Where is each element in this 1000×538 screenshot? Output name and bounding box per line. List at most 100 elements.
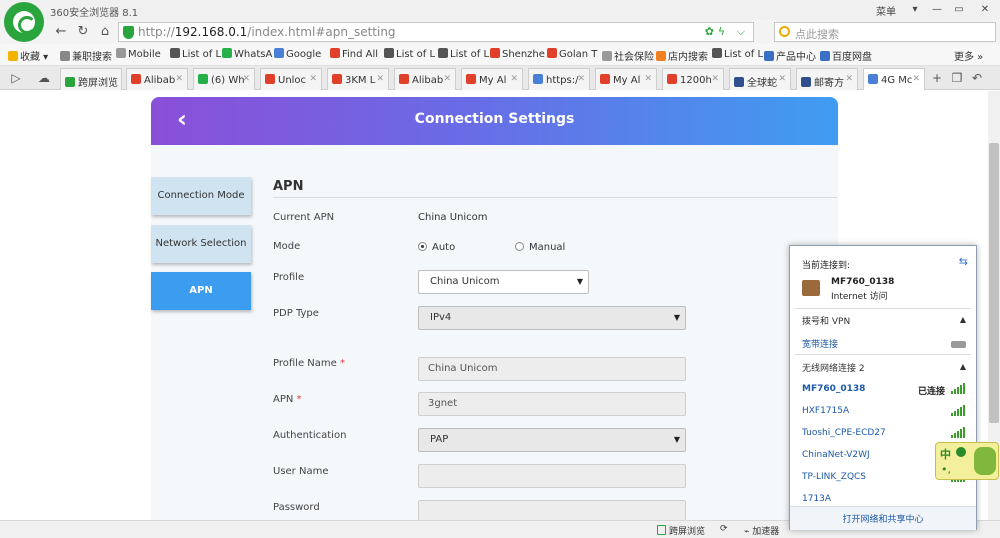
bookmark-item[interactable]: 社会保险 bbox=[602, 48, 654, 63]
tab[interactable]: Alibab ✕ bbox=[126, 68, 188, 90]
bookmark-item[interactable]: Mobile bbox=[116, 48, 161, 60]
window-controls: 菜单 ▾ — ▭ ✕ bbox=[876, 0, 1000, 20]
star-icon bbox=[8, 51, 18, 61]
tab[interactable]: 1200h ✕ bbox=[662, 68, 724, 90]
tab[interactable]: Alibab ✕ bbox=[394, 68, 456, 90]
user-name-input[interactable] bbox=[418, 464, 686, 488]
aliexpress-icon bbox=[466, 74, 476, 84]
radio-unselected-icon[interactable] bbox=[515, 242, 524, 251]
download-icon[interactable]: ⟳ bbox=[720, 524, 728, 534]
refresh-icon[interactable]: ↻ bbox=[74, 23, 92, 41]
tab-close-icon[interactable]: ✕ bbox=[510, 74, 518, 84]
tab[interactable]: 全球蛇 ✕ bbox=[729, 68, 791, 90]
speed-icon[interactable]: ✿ϟ ⌵ bbox=[705, 25, 749, 39]
menu-apn[interactable]: APN bbox=[151, 272, 251, 310]
moon-icon[interactable] bbox=[956, 447, 966, 457]
pdp-type-select[interactable]: IPv4 ▼ bbox=[418, 306, 686, 330]
scrollbar-thumb[interactable] bbox=[989, 143, 999, 423]
bookmark-item[interactable]: List of L bbox=[712, 48, 763, 60]
wifi-network-item[interactable]: HXF1715A bbox=[802, 406, 849, 416]
bookmark-item[interactable]: Google bbox=[274, 48, 321, 60]
refresh-icon[interactable]: ⇆ bbox=[959, 255, 968, 268]
radio-selected-icon[interactable] bbox=[418, 242, 427, 251]
collapse-icon[interactable]: ▲ bbox=[960, 315, 966, 324]
accelerator-button[interactable]: ⌁ 加速器 bbox=[744, 524, 779, 537]
tab-close-icon[interactable]: ✕ bbox=[644, 74, 652, 84]
tab-list-icon[interactable]: ❐ bbox=[949, 70, 965, 86]
tab-close-icon[interactable]: ✕ bbox=[577, 74, 585, 84]
tab-active[interactable]: 4G Mc ✕ bbox=[863, 68, 925, 90]
cloud-icon[interactable]: ☁ bbox=[36, 70, 52, 86]
bookmark-item[interactable]: 产品中心 bbox=[764, 48, 816, 63]
bookmark-item[interactable]: 百度网盘 bbox=[820, 48, 872, 63]
ime-mode-label[interactable]: 中 bbox=[940, 446, 951, 462]
address-bar[interactable]: http://192.168.0.1/index.html#apn_settin… bbox=[118, 22, 754, 42]
maximize-button[interactable]: ▭ bbox=[948, 1, 970, 19]
undo-close-icon[interactable]: ↶ bbox=[969, 70, 985, 86]
tab-close-icon[interactable]: ✕ bbox=[778, 74, 786, 84]
ime-toolbar[interactable]: 中 •, bbox=[935, 442, 999, 480]
mode-manual-radio[interactable]: Manual bbox=[515, 242, 565, 253]
wifi-network-item[interactable]: Tuoshi_CPE-ECD27 bbox=[802, 428, 886, 438]
tab-close-icon[interactable]: ✕ bbox=[443, 74, 451, 84]
profile-name-input[interactable]: China Unicom bbox=[418, 357, 686, 381]
tab-close-icon[interactable]: ✕ bbox=[242, 74, 250, 84]
bookmark-item[interactable]: WhatsA bbox=[222, 48, 272, 60]
browser-title: 360安全浏览器 8.1 bbox=[50, 8, 139, 19]
tab[interactable]: (6) Wh ✕ bbox=[193, 68, 255, 90]
sidebar-toggle-icon[interactable]: ▷ bbox=[8, 70, 24, 86]
skin-icon[interactable]: ▾ bbox=[904, 1, 926, 19]
tab[interactable]: Unloc ✕ bbox=[260, 68, 322, 90]
tab-close-icon[interactable]: ✕ bbox=[376, 74, 384, 84]
tab[interactable]: 邮寄方 ✕ bbox=[796, 68, 858, 90]
bookmark-item[interactable]: Golan T bbox=[547, 48, 597, 60]
punctuation-icon[interactable]: •, bbox=[941, 463, 951, 476]
search-placeholder: 点此搜索 bbox=[795, 28, 839, 41]
bookmark-item[interactable]: 店内搜索 bbox=[656, 48, 708, 63]
broadband-connection[interactable]: 宽带连接 bbox=[802, 337, 838, 350]
cross-screen-button[interactable]: 跨屏浏览 bbox=[657, 524, 705, 537]
tab[interactable]: https:/✕ bbox=[528, 68, 590, 90]
bookmark-item[interactable]: 兼职搜索 bbox=[60, 48, 112, 63]
aliexpress-icon bbox=[332, 74, 342, 84]
apn-label: APN * bbox=[273, 394, 302, 405]
bookmark-item[interactable]: List of L bbox=[384, 48, 435, 60]
menu-network-selection[interactable]: Network Selection bbox=[151, 225, 251, 263]
tab[interactable]: 跨屏浏览 bbox=[60, 68, 122, 90]
tab-close-icon[interactable]: ✕ bbox=[175, 74, 183, 84]
menu-button[interactable]: 菜单 bbox=[876, 3, 896, 18]
bookmark-item[interactable]: Shenzhe bbox=[490, 48, 545, 60]
tab-close-icon[interactable]: ✕ bbox=[845, 74, 853, 84]
tab-close-icon[interactable]: ✕ bbox=[912, 74, 920, 84]
tab[interactable]: My Al ✕ bbox=[595, 68, 657, 90]
bookmarks-more[interactable]: 更多 » bbox=[954, 48, 983, 63]
tab[interactable]: My Al ✕ bbox=[461, 68, 523, 90]
tab-close-icon[interactable]: ✕ bbox=[309, 74, 317, 84]
wifi-network-item[interactable]: MF760_0138 bbox=[802, 384, 865, 394]
wifi-network-item[interactable]: 1713A bbox=[802, 494, 831, 504]
wifi-network-item[interactable]: ChinaNet-V2WJ bbox=[802, 450, 870, 460]
network-sharing-center-link[interactable]: 打开网络和共享中心 bbox=[790, 512, 976, 525]
back-arrow-icon[interactable]: ← bbox=[52, 23, 70, 41]
home-icon[interactable]: ⌂ bbox=[96, 23, 114, 41]
bookmark-item[interactable]: 收藏 ▾ bbox=[8, 48, 48, 63]
password-input[interactable] bbox=[418, 500, 686, 520]
search-box[interactable]: 点此搜索 bbox=[774, 22, 996, 42]
collapse-icon[interactable]: ▲ bbox=[960, 362, 966, 371]
close-button[interactable]: ✕ bbox=[970, 1, 1000, 19]
tab[interactable]: 3KM L ✕ bbox=[327, 68, 389, 90]
bookmark-item[interactable]: List of L bbox=[438, 48, 489, 60]
authentication-select[interactable]: PAP ▼ bbox=[418, 428, 686, 452]
bookmark-item[interactable]: Find All bbox=[330, 48, 378, 60]
wifi-network-item[interactable]: TP-LINK_ZQCS bbox=[802, 472, 866, 482]
url-text[interactable]: http://192.168.0.1/index.html#apn_settin… bbox=[138, 25, 396, 39]
mode-auto-radio[interactable]: Auto bbox=[418, 242, 455, 253]
profile-select[interactable]: China Unicom ▼ bbox=[418, 270, 589, 294]
bookmarks-bar: 收藏 ▾ 兼职搜索 Mobile List of L WhatsA Google… bbox=[0, 44, 1000, 66]
menu-connection-mode[interactable]: Connection Mode bbox=[151, 177, 251, 215]
tab-close-icon[interactable]: ✕ bbox=[711, 74, 719, 84]
minimize-button[interactable]: — bbox=[926, 1, 948, 19]
bookmark-item[interactable]: List of L bbox=[170, 48, 221, 60]
apn-input[interactable]: 3gnet bbox=[418, 392, 686, 416]
new-tab-icon[interactable]: + bbox=[929, 70, 945, 86]
